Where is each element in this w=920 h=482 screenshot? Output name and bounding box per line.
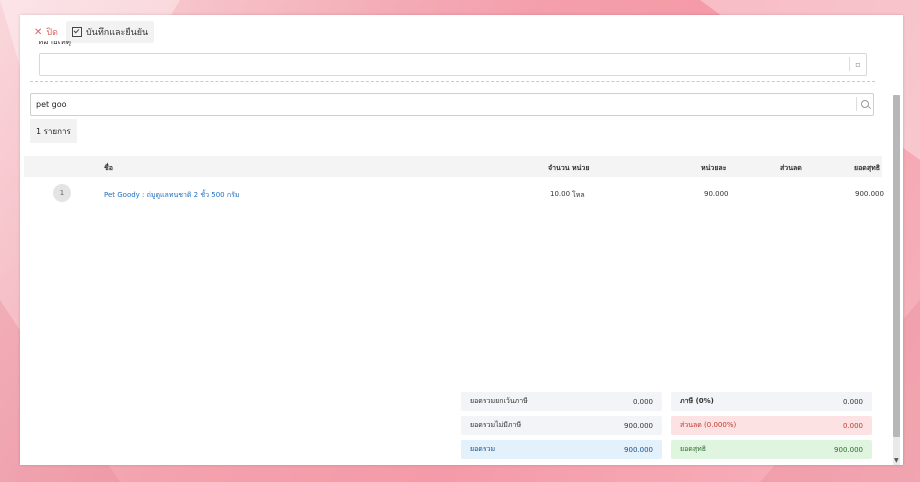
search-button[interactable] bbox=[856, 97, 873, 111]
scrollbar-thumb[interactable] bbox=[893, 95, 900, 437]
item-name-link[interactable]: Pet Goody : ถ่มูดูแลทนชาติ 2 ชั้ว 500 กร… bbox=[104, 190, 239, 201]
summary-net: ยอดสุทธิ 900.000 bbox=[671, 440, 872, 459]
note-label: หมายเหตุ bbox=[38, 41, 71, 46]
summary-discount-label: ส่วนลด (0.000%) bbox=[680, 421, 737, 429]
summary-exempt: ยอดรวมยกเว้นภาษี 0.000 bbox=[461, 392, 662, 411]
close-button[interactable]: ✕ ปิด bbox=[28, 21, 64, 43]
table-header: ชื่อ จำนวน หน่วย หน่วยละ ส่วนลด ยอดสุทธิ bbox=[24, 156, 882, 177]
search-input[interactable] bbox=[36, 97, 836, 111]
summary-total: ยอดรวม 900.000 bbox=[461, 440, 662, 459]
summary-tax: ภาษี (0%) 0.000 bbox=[671, 392, 872, 411]
summary-nontax-label: ยอดรวมไม่มีภาษี bbox=[470, 421, 522, 429]
summary-total-label: ยอดรวม bbox=[470, 445, 496, 453]
vertical-scrollbar[interactable] bbox=[893, 95, 900, 465]
note-field[interactable]: ▫ bbox=[39, 53, 867, 76]
table-row[interactable]: 1 Pet Goody : ถ่มูดูแลทนชาติ 2 ชั้ว 500 … bbox=[24, 183, 884, 205]
item-net: 900.000 bbox=[855, 190, 884, 198]
col-discount: ส่วนลด bbox=[780, 164, 802, 172]
scroll-down-icon[interactable]: ▼ bbox=[894, 457, 899, 464]
close-label: ปิด bbox=[46, 28, 58, 38]
summary-tax-label: ภาษี (0%) bbox=[680, 397, 714, 405]
result-count-button[interactable]: 1 รายการ bbox=[30, 119, 77, 143]
row-number: 1 bbox=[53, 184, 71, 202]
summary-tax-value: 0.000 bbox=[842, 397, 863, 406]
col-unit-price: หน่วยละ bbox=[701, 164, 727, 172]
item-unit-price: 90.000 bbox=[704, 190, 729, 198]
col-qty: จำนวน bbox=[548, 164, 570, 172]
summary-discount: ส่วนลด (0.000%) 0.000 bbox=[671, 416, 872, 435]
summary-net-label: ยอดสุทธิ bbox=[680, 445, 707, 453]
save-confirm-label: บันทึกและยืนยัน bbox=[85, 28, 149, 38]
close-icon: ✕ bbox=[34, 26, 43, 38]
col-unit: หน่วย bbox=[572, 164, 590, 172]
checkbox-icon bbox=[71, 27, 82, 37]
toolbar: ✕ ปิด บันทึกและยืนยัน bbox=[28, 21, 155, 43]
item-qty: 10.00 bbox=[550, 190, 571, 198]
summary-total-value: 900.000 bbox=[624, 445, 653, 454]
summary-net-value: 900.000 bbox=[834, 445, 863, 454]
save-confirm-button[interactable]: บันทึกและยืนยัน bbox=[65, 21, 155, 43]
order-panel: ✕ ปิด บันทึกและยืนยัน หมายเหตุ ▫ 1 รายกา… bbox=[20, 15, 903, 465]
summary-exempt-value: 0.000 bbox=[632, 397, 653, 406]
search-box bbox=[30, 93, 874, 116]
summary-exempt-label: ยอดรวมยกเว้นภาษี bbox=[470, 397, 528, 405]
note-icon[interactable]: ▫ bbox=[849, 57, 866, 71]
search-icon bbox=[861, 100, 869, 108]
item-unit: โหล bbox=[572, 191, 585, 199]
summary-nontax-value: 900.000 bbox=[624, 421, 653, 430]
divider bbox=[30, 81, 875, 82]
col-name: ชื่อ bbox=[104, 164, 113, 172]
summary-discount-value: 0.000 bbox=[842, 421, 863, 430]
col-net: ยอดสุทธิ bbox=[854, 164, 881, 172]
summary-nontax: ยอดรวมไม่มีภาษี 900.000 bbox=[461, 416, 662, 435]
